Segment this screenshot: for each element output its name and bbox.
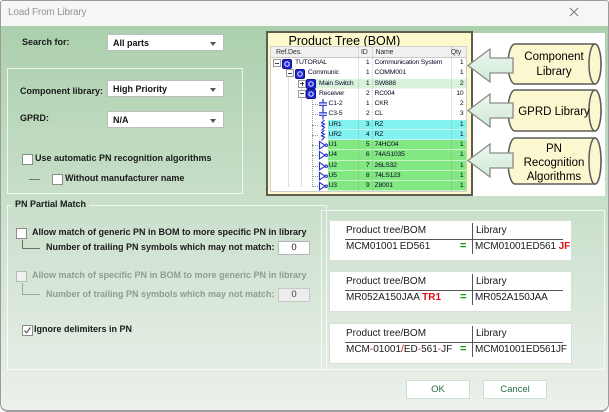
svg-text:Recognition: Recognition xyxy=(524,157,585,169)
svg-text:PN: PN xyxy=(546,143,562,155)
svg-text:Library: Library xyxy=(536,66,571,78)
svg-text:GPRD Library: GPRD Library xyxy=(518,106,590,118)
svg-text:Algorithms: Algorithms xyxy=(527,171,582,183)
svg-text:Component: Component xyxy=(524,51,584,63)
